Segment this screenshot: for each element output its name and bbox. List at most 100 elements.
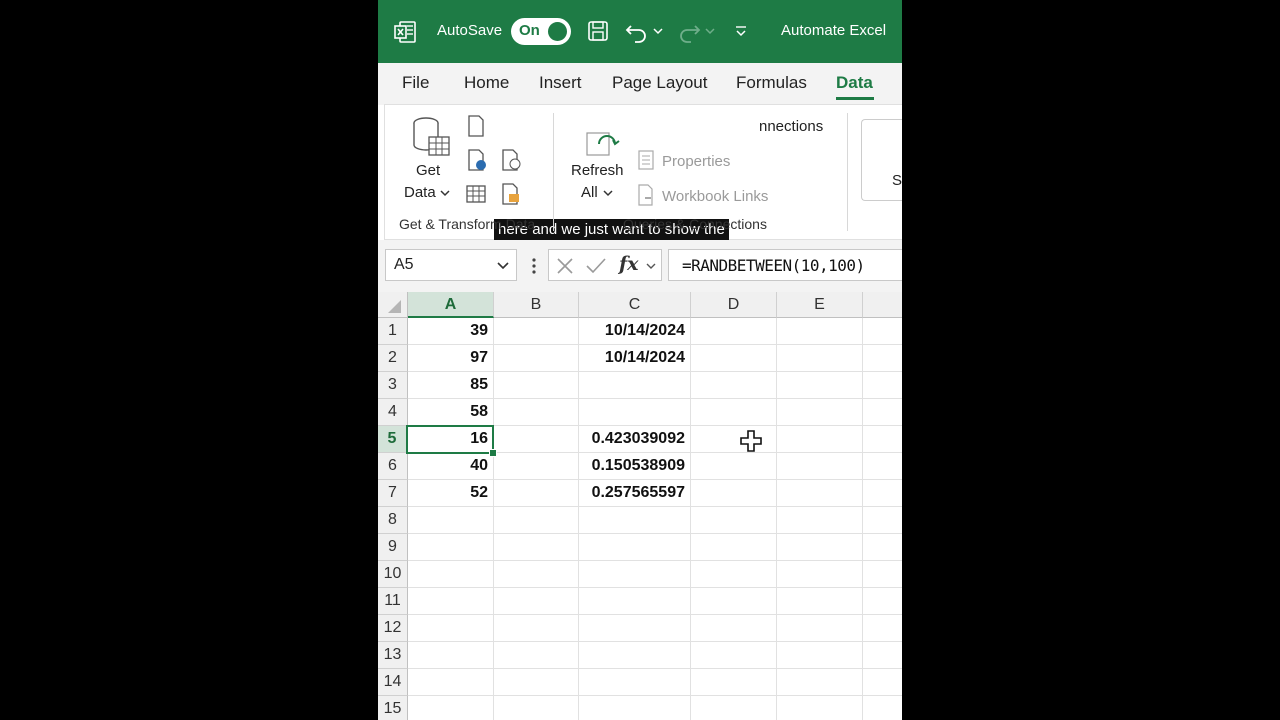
cell-b6[interactable]	[494, 453, 579, 480]
tab-file[interactable]: File	[402, 73, 429, 93]
cell-f3[interactable]	[863, 372, 902, 399]
cell-b5[interactable]	[494, 426, 579, 453]
cell-e2[interactable]	[777, 345, 863, 372]
cell-c15[interactable]	[579, 696, 691, 720]
cell-f8[interactable]	[863, 507, 902, 534]
cell-f15[interactable]	[863, 696, 902, 720]
cell-c2[interactable]: 10/14/2024	[579, 345, 691, 372]
row-header[interactable]: 11	[378, 588, 408, 615]
cell-b14[interactable]	[494, 669, 579, 696]
cell-d4[interactable]	[691, 399, 777, 426]
row-header[interactable]: 13	[378, 642, 408, 669]
tab-data[interactable]: Data	[836, 73, 873, 93]
column-header-a[interactable]: A	[408, 292, 494, 318]
select-all-corner[interactable]	[378, 292, 408, 318]
cell-b9[interactable]	[494, 534, 579, 561]
refresh-label-line2[interactable]: All	[581, 184, 598, 201]
cell-f14[interactable]	[863, 669, 902, 696]
existing-connections-icon[interactable]	[501, 183, 523, 205]
cell-b3[interactable]	[494, 372, 579, 399]
cell-d13[interactable]	[691, 642, 777, 669]
cell-a12[interactable]	[408, 615, 494, 642]
refresh-icon[interactable]	[585, 129, 621, 159]
cell-c14[interactable]	[579, 669, 691, 696]
cell-b1[interactable]	[494, 318, 579, 345]
cell-e1[interactable]	[777, 318, 863, 345]
cell-a4[interactable]: 58	[408, 399, 494, 426]
redo-icon[interactable]	[676, 18, 702, 44]
cell-e10[interactable]	[777, 561, 863, 588]
name-box-chevron-icon[interactable]	[496, 259, 510, 273]
cell-d3[interactable]	[691, 372, 777, 399]
cell-d10[interactable]	[691, 561, 777, 588]
fill-handle[interactable]	[489, 449, 497, 457]
cell-c6[interactable]: 0.150538909	[579, 453, 691, 480]
get-data-label-line2[interactable]: Data	[404, 184, 436, 201]
cell-c3[interactable]	[579, 372, 691, 399]
cell-e5[interactable]	[777, 426, 863, 453]
row-header[interactable]: 5	[378, 426, 408, 453]
cell-b10[interactable]	[494, 561, 579, 588]
cell-f4[interactable]	[863, 399, 902, 426]
customize-toolbar-icon[interactable]	[733, 18, 749, 44]
row-header[interactable]: 15	[378, 696, 408, 720]
cell-d11[interactable]	[691, 588, 777, 615]
workbook-links-button[interactable]: Workbook Links	[662, 188, 768, 205]
column-header-b[interactable]: B	[494, 292, 579, 318]
column-header-d[interactable]: D	[691, 292, 777, 318]
row-header[interactable]: 4	[378, 399, 408, 426]
enter-check-icon[interactable]	[585, 256, 607, 276]
cell-e9[interactable]	[777, 534, 863, 561]
cell-c13[interactable]	[579, 642, 691, 669]
cell-d8[interactable]	[691, 507, 777, 534]
tab-insert[interactable]: Insert	[539, 73, 582, 93]
cell-f11[interactable]	[863, 588, 902, 615]
cell-f10[interactable]	[863, 561, 902, 588]
refresh-chevron-icon[interactable]	[602, 187, 614, 199]
cell-f7[interactable]	[863, 480, 902, 507]
cell-d12[interactable]	[691, 615, 777, 642]
recent-sources-icon[interactable]	[501, 149, 523, 171]
cell-a15[interactable]	[408, 696, 494, 720]
fx-chevron-icon[interactable]	[645, 260, 657, 272]
cell-c1[interactable]: 10/14/2024	[579, 318, 691, 345]
cell-e12[interactable]	[777, 615, 863, 642]
cell-c5[interactable]: 0.423039092	[579, 426, 691, 453]
cell-b8[interactable]	[494, 507, 579, 534]
cell-d15[interactable]	[691, 696, 777, 720]
cell-a14[interactable]	[408, 669, 494, 696]
cell-e3[interactable]	[777, 372, 863, 399]
cell-f1[interactable]	[863, 318, 902, 345]
cell-d2[interactable]	[691, 345, 777, 372]
formula-input[interactable]: =RANDBETWEEN(10,100)	[668, 249, 902, 281]
cell-b13[interactable]	[494, 642, 579, 669]
cell-c10[interactable]	[579, 561, 691, 588]
from-web-icon[interactable]	[467, 149, 487, 171]
autosave-toggle[interactable]: On	[511, 18, 571, 45]
more-options-icon[interactable]	[529, 256, 539, 276]
queries-connections-button[interactable]: nnections	[759, 118, 823, 135]
row-header[interactable]: 6	[378, 453, 408, 480]
cell-e13[interactable]	[777, 642, 863, 669]
cell-c12[interactable]	[579, 615, 691, 642]
cell-a7[interactable]: 52	[408, 480, 494, 507]
cell-f9[interactable]	[863, 534, 902, 561]
row-header[interactable]: 9	[378, 534, 408, 561]
cell-e8[interactable]	[777, 507, 863, 534]
column-header-e[interactable]: E	[777, 292, 863, 318]
cell-c8[interactable]	[579, 507, 691, 534]
cell-d1[interactable]	[691, 318, 777, 345]
row-header[interactable]: 10	[378, 561, 408, 588]
row-header[interactable]: 7	[378, 480, 408, 507]
insert-function-fx-icon[interactable]: fx	[619, 253, 639, 275]
save-icon[interactable]	[585, 18, 611, 44]
cell-a8[interactable]	[408, 507, 494, 534]
refresh-label-line1[interactable]: Refresh	[571, 162, 624, 179]
tab-home[interactable]: Home	[464, 73, 509, 93]
cell-b2[interactable]	[494, 345, 579, 372]
cell-a2[interactable]: 97	[408, 345, 494, 372]
cell-a13[interactable]	[408, 642, 494, 669]
cell-d7[interactable]	[691, 480, 777, 507]
cell-b7[interactable]	[494, 480, 579, 507]
name-box[interactable]: A5	[385, 249, 517, 281]
